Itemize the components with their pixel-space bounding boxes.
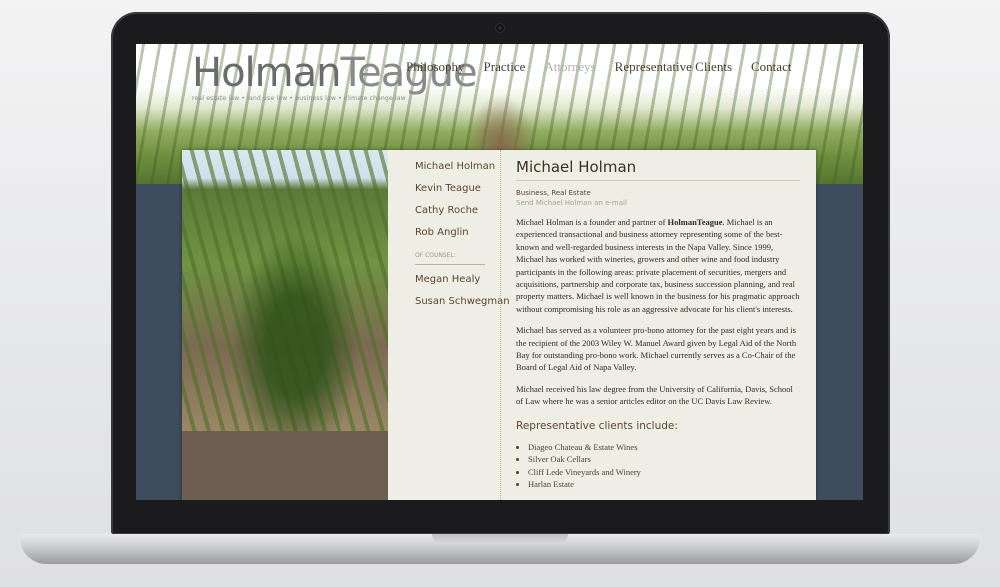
- profile-role: Business, Real Estate: [516, 189, 591, 197]
- list-item: Cliff Lede Vineyards and Winery: [528, 466, 800, 479]
- list-item: Harlan Estate: [528, 478, 800, 491]
- nav-contact[interactable]: Contact: [751, 59, 791, 75]
- bio-text-b: . Michael is an experienced transactiona…: [516, 217, 800, 314]
- clients-list: Diageo Chateau & Estate Wines Silver Oak…: [516, 441, 800, 491]
- nav-philosophy[interactable]: Philosophy: [406, 59, 465, 75]
- vineyard-photo: [182, 150, 388, 431]
- logo-bold: Holman: [192, 50, 341, 96]
- nav-practice[interactable]: Practice: [484, 59, 526, 75]
- profile-name: Michael Holman: [516, 158, 800, 181]
- clients-heading: Representative clients include:: [516, 419, 678, 432]
- list-item: Silver Oak Cellars: [528, 453, 800, 466]
- bio-paragraph-1: Michael Holman is a founder and partner …: [516, 216, 800, 315]
- of-counsel-label: OF COUNSEL:: [415, 252, 485, 265]
- sidebar-item-kevin-teague[interactable]: Kevin Teague: [415, 182, 495, 204]
- camera-icon: [496, 24, 504, 32]
- sidebar-item-michael-holman[interactable]: Michael Holman: [415, 160, 495, 182]
- bio-paragraph-3: Michael received his law degree from the…: [516, 383, 793, 407]
- sidebar-item-megan-healy[interactable]: Megan Healy: [415, 273, 495, 295]
- counsel-list: Megan Healy Susan Schwegman: [415, 273, 510, 317]
- nav-representative-clients[interactable]: Representative Clients: [615, 59, 732, 75]
- bio-text-a: Michael Holman is a founder and partner …: [516, 217, 668, 227]
- bio-paragraph-2: Michael has served as a volunteer pro-bo…: [516, 325, 797, 373]
- laptop-screen: HolmanTeague real estate law • land use …: [136, 44, 863, 500]
- email-link[interactable]: Send Michael Holman an e-mail: [516, 199, 800, 207]
- attorney-sidebar: Michael Holman Kevin Teague Cathy Roche …: [415, 160, 510, 317]
- column-divider: [500, 150, 501, 500]
- sidebar-item-susan-schwegman[interactable]: Susan Schwegman: [415, 295, 510, 317]
- content-panel: Michael Holman Kevin Teague Cathy Roche …: [182, 150, 816, 500]
- sidebar-item-cathy-roche[interactable]: Cathy Roche: [415, 204, 495, 226]
- site-tagline: real estate law • land use law • busines…: [192, 95, 406, 102]
- main-nav: Philosophy Practice Attorneys Representa…: [406, 59, 810, 75]
- sidebar-item-rob-anglin[interactable]: Rob Anglin: [415, 226, 495, 248]
- nav-attorneys[interactable]: Attorneys: [544, 59, 595, 75]
- laptop-notch: [432, 534, 568, 544]
- firm-name: HolmanTeague: [667, 217, 723, 227]
- list-item: Diageo Chateau & Estate Wines: [528, 441, 800, 454]
- attorney-profile: Michael Holman Business, Real Estate Sen…: [516, 158, 800, 491]
- photo-fill: [182, 431, 388, 500]
